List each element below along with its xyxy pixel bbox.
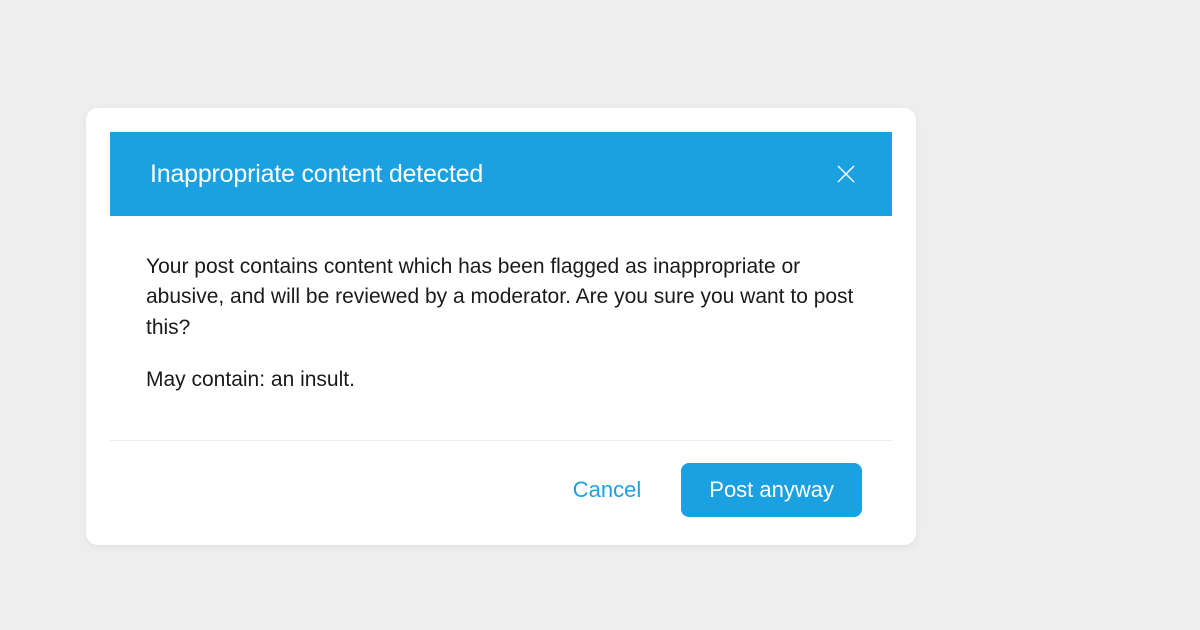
moderation-dialog: Inappropriate content detected Your post… bbox=[86, 108, 916, 545]
dialog-body-text: Your post contains content which has bee… bbox=[146, 252, 856, 396]
body-paragraph: Your post contains content which has bee… bbox=[146, 252, 856, 343]
detail-paragraph: May contain: an insult. bbox=[146, 365, 856, 395]
dialog-header: Inappropriate content detected bbox=[110, 132, 892, 216]
post-anyway-button[interactable]: Post anyway bbox=[681, 463, 862, 517]
close-icon[interactable] bbox=[830, 158, 862, 190]
dialog-title: Inappropriate content detected bbox=[150, 160, 483, 189]
cancel-button[interactable]: Cancel bbox=[569, 469, 645, 511]
dialog-body: Your post contains content which has bee… bbox=[86, 216, 916, 420]
dialog-footer: Cancel Post anyway bbox=[110, 440, 892, 545]
